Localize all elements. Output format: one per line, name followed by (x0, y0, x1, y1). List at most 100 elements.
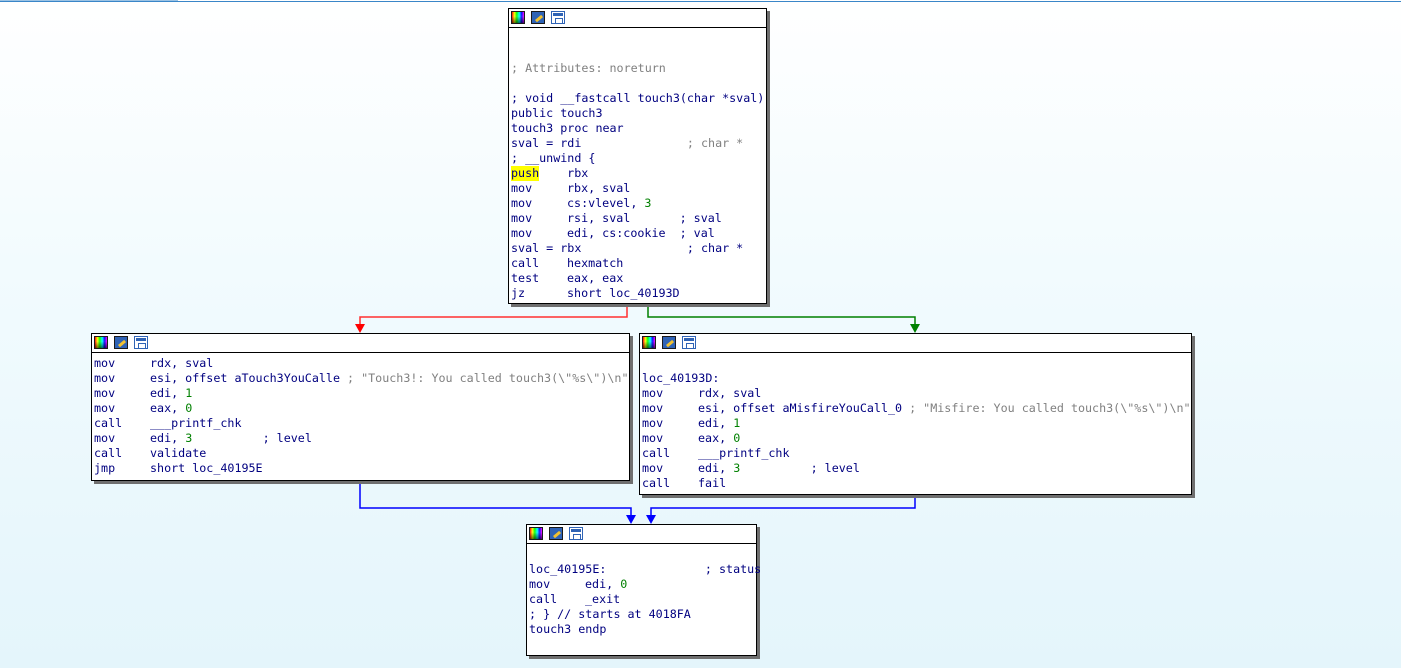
block-header (527, 525, 756, 544)
asm-line[interactable]: call _exit (529, 592, 761, 607)
edge-false-arrowhead (355, 324, 365, 333)
asm-line[interactable] (642, 356, 1191, 371)
asm-comment: ; status (704, 562, 762, 576)
asm-line[interactable]: mov edi, cs:cookie ; val (511, 226, 764, 241)
asm-line[interactable]: mov eax, 0 (94, 401, 629, 416)
asm-operands: esi, offset aMisfireYouCall_0 (698, 401, 910, 415)
rename-node-icon[interactable] (531, 11, 545, 24)
asm-line[interactable]: call hexmatch (511, 256, 764, 271)
rename-node-icon[interactable] (114, 336, 128, 349)
asm-line[interactable]: mov rdx, sval (94, 356, 629, 371)
asm-line[interactable]: mov esi, offset aTouch3YouCalle ; "Touch3… (94, 371, 629, 386)
asm-text: sval = rdi (511, 136, 687, 150)
asm-operands: hexmatch (567, 256, 624, 270)
asm-mnemonic: test (511, 271, 540, 285)
asm-line[interactable]: mov edi, 0 (529, 577, 761, 592)
asm-line[interactable]: mov rbx, sval (511, 181, 764, 196)
asm-line[interactable]: test eax, eax (511, 271, 764, 286)
asm-mnemonic: mov (94, 356, 116, 370)
asm-comment: ; level (810, 461, 860, 475)
asm-line[interactable]: mov edi, 3 ; level (642, 461, 1191, 476)
asm-mnemonic: mov (642, 416, 664, 430)
asm-line[interactable]: ; void __fastcall touch3(char *sval) (511, 91, 764, 106)
asm-immediate: 3 (644, 196, 652, 210)
group-nodes-icon[interactable] (134, 336, 148, 349)
node-color-icon[interactable] (529, 527, 543, 540)
asm-line[interactable]: mov edi, 1 (642, 416, 1191, 431)
basic-block-loc-40195E[interactable]: loc_40195E: ; status mov edi, 0 call _exit; … (526, 524, 761, 656)
asm-operands: edi, (698, 461, 734, 475)
asm-mnemonic: push (511, 166, 540, 181)
asm-line[interactable]: mov rsi, sval ; sval (511, 211, 764, 226)
asm-line[interactable]: ; Attributes: noreturn (511, 61, 764, 76)
node-color-icon[interactable] (642, 336, 656, 349)
asm-mnemonic: jmp (94, 461, 116, 475)
asm-mnemonic: call (511, 256, 540, 270)
asm-operands: edi, (150, 386, 186, 400)
node-color-icon[interactable] (511, 11, 525, 24)
asm-line[interactable] (529, 547, 761, 562)
asm-operands: rbx, sval (567, 181, 631, 195)
asm-line[interactable]: loc_40195E: ; status (529, 562, 761, 577)
asm-line[interactable]: mov edi, 1 (94, 386, 629, 401)
asm-line[interactable]: public touch3 (511, 106, 764, 121)
asm-line[interactable]: jz short loc_40193D (511, 286, 764, 301)
asm-line[interactable]: mov esi, offset aMisfireYouCall_0 ; "Misf… (642, 401, 1191, 416)
asm-line[interactable]: ; __unwind { (511, 151, 764, 166)
block-code: loc_40195E: ; status mov edi, 0 call _exit; … (529, 547, 761, 637)
asm-mnemonic: call (642, 476, 671, 490)
asm-line[interactable] (511, 46, 764, 61)
asm-comment: ; } // starts at 4018FA (529, 607, 691, 621)
asm-immediate: 1 (185, 386, 193, 400)
asm-operands: edi, (150, 431, 186, 445)
asm-line[interactable]: call ___printf_chk (642, 446, 1191, 461)
group-nodes-icon[interactable] (551, 11, 565, 24)
asm-mnemonic: mov (94, 386, 116, 400)
asm-mnemonic: mov (94, 431, 116, 445)
asm-line[interactable]: mov rdx, sval (642, 386, 1191, 401)
asm-operands: fail (698, 476, 727, 490)
asm-operands: rdx, sval (698, 386, 762, 400)
asm-line[interactable]: sval = rdi ; char * (511, 136, 764, 151)
asm-mnemonic: mov (642, 431, 664, 445)
asm-operands: short loc_40193D (567, 286, 680, 300)
asm-line[interactable] (511, 31, 764, 46)
node-color-icon[interactable] (94, 336, 108, 349)
asm-comment: ; "Misfire: You called touch3(\"%s\")\n" (909, 401, 1191, 415)
asm-operands: rsi, sval (567, 211, 680, 225)
group-nodes-icon[interactable] (682, 336, 696, 349)
rename-node-icon[interactable] (549, 527, 563, 540)
asm-padding (192, 431, 262, 445)
asm-line[interactable]: call ___printf_chk (94, 416, 629, 431)
basic-block-touch3-entry[interactable]: ; Attributes: noreturn ; void __fastcall … (508, 8, 767, 304)
group-nodes-icon[interactable] (569, 527, 583, 540)
asm-line[interactable]: call validate (94, 446, 629, 461)
asm-line[interactable]: mov eax, 0 (642, 431, 1191, 446)
asm-line[interactable]: call fail (642, 476, 1191, 491)
asm-line[interactable]: touch3 proc near (511, 121, 764, 136)
asm-mnemonic: mov (642, 461, 664, 475)
asm-text: touch3 proc near (511, 121, 624, 135)
rename-node-icon[interactable] (662, 336, 676, 349)
asm-line[interactable] (511, 76, 764, 91)
asm-line[interactable]: mov edi, 3 ; level (94, 431, 629, 446)
asm-comment: ; sval (679, 211, 722, 225)
asm-mnemonic: mov (642, 401, 664, 415)
asm-line[interactable]: sval = rbx ; char * (511, 241, 764, 256)
asm-line[interactable]: touch3 endp (529, 622, 761, 637)
asm-mnemonic: call (642, 446, 671, 460)
asm-operands: cs:vlevel, (567, 196, 645, 210)
asm-line[interactable]: ; } // starts at 4018FA (529, 607, 761, 622)
asm-operands: edi, (698, 416, 734, 430)
block-code: ; Attributes: noreturn ; void __fastcall … (511, 31, 764, 301)
basic-block-touch3-success[interactable]: mov rdx, sval mov esi, offset aTouch3YouCal… (91, 333, 630, 481)
asm-immediate: 0 (733, 431, 741, 445)
asm-line[interactable]: jmp short loc_40195E (94, 461, 629, 476)
basic-block-loc-40193D[interactable]: loc_40193D: mov rdx, sval mov esi, offset aM… (639, 333, 1192, 495)
asm-operands: rdx, sval (150, 356, 214, 370)
asm-line[interactable]: mov cs:vlevel, 3 (511, 196, 764, 211)
asm-text: loc_40195E: (529, 562, 705, 576)
asm-operands: eax, eax (567, 271, 624, 285)
asm-line[interactable]: loc_40193D: (642, 371, 1191, 386)
asm-line[interactable]: push rbx (511, 166, 764, 181)
